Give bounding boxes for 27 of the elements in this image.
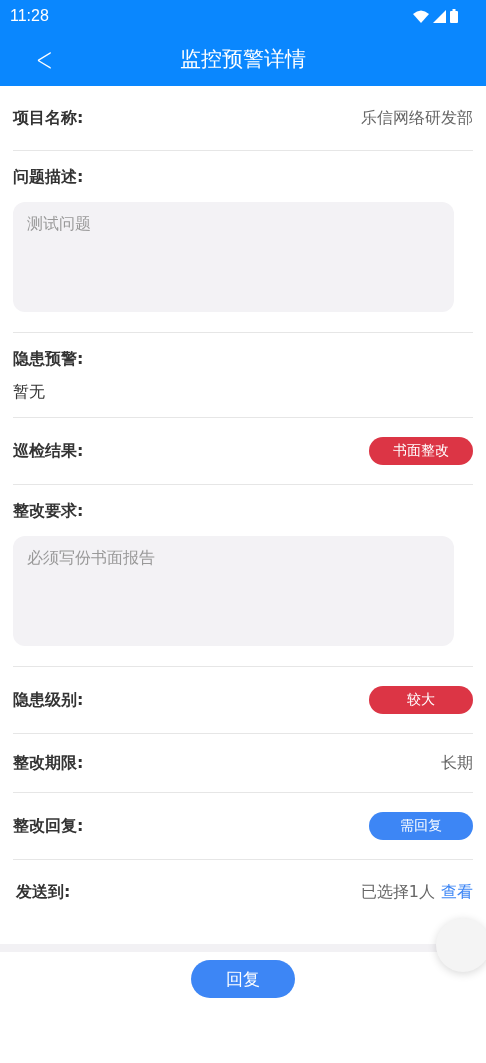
text-area[interactable]: 必须写份书面报告 xyxy=(13,536,454,646)
field-label: 隐患预警: xyxy=(13,349,84,370)
field-value: 暂无 xyxy=(13,382,46,403)
field-label: 隐患级别: xyxy=(13,689,84,711)
status-tag: 需回复 xyxy=(369,812,473,840)
field-value: 长期 xyxy=(441,752,473,774)
field-label: 整改期限: xyxy=(13,752,84,774)
field-label: 项目名称: xyxy=(13,107,84,129)
field-label: 巡检结果: xyxy=(13,440,84,462)
signal-icon xyxy=(433,9,446,23)
field-label: 整改要求: xyxy=(13,501,84,522)
back-button[interactable]: < xyxy=(30,40,58,78)
view-link[interactable]: 查看 xyxy=(441,881,473,903)
field-label: 发送到: xyxy=(15,881,71,903)
wifi-icon xyxy=(413,9,429,23)
status-tag: 较大 xyxy=(369,686,473,714)
status-tag: 书面整改 xyxy=(369,437,473,465)
text-area[interactable]: 测试问题 xyxy=(13,202,454,312)
battery-icon xyxy=(450,9,458,23)
field-label: 问题描述: xyxy=(13,167,84,188)
floating-ball[interactable] xyxy=(436,918,486,972)
field-label: 整改回复: xyxy=(13,815,84,837)
status-time: 11:28 xyxy=(10,7,49,25)
reply-button[interactable]: 回复 xyxy=(191,960,295,998)
field-value: 乐信网络研发部 xyxy=(361,107,473,129)
page-title: 监控预警详情 xyxy=(180,46,306,73)
field-value: 已选择1人 xyxy=(360,881,435,903)
